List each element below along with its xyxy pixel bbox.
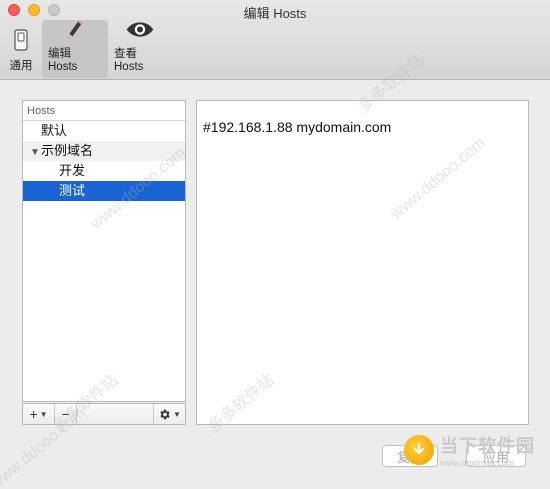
brand-name: 当下软件园	[440, 436, 535, 456]
add-host-button[interactable]: + ▼	[23, 404, 55, 424]
action-menu-button[interactable]: ▼	[153, 404, 185, 424]
sidebar-item-label: 示例域名	[41, 143, 94, 158]
toolbar-general[interactable]: 通用	[0, 20, 42, 78]
disclosure-triangle-icon[interactable]: ▼	[30, 143, 41, 163]
sidebar-item-development[interactable]: 开发	[23, 161, 185, 181]
pencil-icon	[68, 20, 82, 39]
hosts-window: 编辑 Hosts 通用 编辑 Hosts 查看 Hosts Hosts 默认 ▼…	[0, 0, 550, 489]
brand-url: www.downxia.com	[440, 458, 515, 468]
toolbar-view-hosts-label: 查看 Hosts	[114, 48, 144, 73]
sidebar-item-label: 测试	[59, 183, 86, 198]
remove-host-button[interactable]: −	[55, 404, 77, 424]
chevron-down-icon: ▼	[39, 409, 48, 419]
hosts-editor-text: #192.168.1.88 mydomain.com	[203, 119, 392, 135]
sidebar-item-label: 默认	[41, 123, 68, 138]
switch-icon	[14, 29, 28, 51]
chevron-down-icon: ▼	[173, 409, 181, 419]
toolbar-general-label: 通用	[9, 60, 33, 72]
toolbar-edit-hosts-label: 编辑 Hosts	[48, 48, 78, 73]
toolbar-edit-hosts[interactable]: 编辑 Hosts	[42, 20, 108, 78]
sidebar-group-sample-domains[interactable]: ▼示例域名	[23, 141, 185, 161]
sidebar-item-test[interactable]: 测试	[23, 181, 185, 201]
downxia-logo-icon	[404, 435, 434, 465]
toolbar-view-hosts[interactable]: 查看 Hosts	[108, 20, 172, 78]
title-bar: 编辑 Hosts 通用 编辑 Hosts 查看 Hosts	[0, 0, 550, 80]
minus-icon: −	[61, 406, 70, 422]
sidebar-header: Hosts	[23, 101, 185, 121]
download-arrow-icon	[413, 442, 425, 455]
gear-icon	[160, 409, 170, 419]
hosts-editor[interactable]: #192.168.1.88 mydomain.com	[196, 100, 529, 425]
sidebar-item-label: 开发	[59, 163, 86, 178]
hosts-sidebar: Hosts 默认 ▼示例域名 开发 测试	[22, 100, 186, 402]
plus-icon: +	[29, 406, 38, 422]
sidebar-item-default[interactable]: 默认	[23, 121, 185, 141]
downxia-watermark: 当下软件园 www.downxia.com	[404, 432, 535, 468]
eye-icon	[126, 22, 154, 37]
sidebar-controls: + ▼ − ▼	[22, 403, 186, 425]
toolbar: 通用 编辑 Hosts 查看 Hosts	[0, 20, 172, 78]
brand-text: 当下软件园 www.downxia.com	[440, 432, 535, 468]
